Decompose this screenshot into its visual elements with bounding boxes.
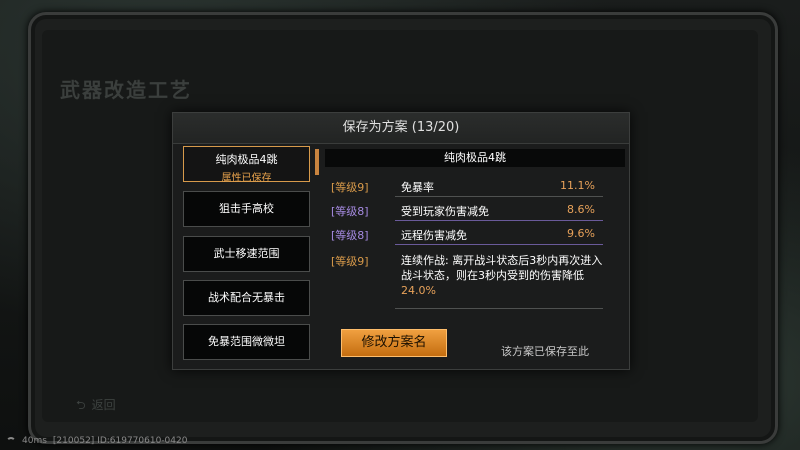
row-divider [395,220,603,221]
save-plan-dialog: 保存为方案 (13/20) 纯肉极品4跳 属性已保存 狙击手高校 武士移速范围 … [172,112,630,370]
attribute-name: 远程伤害减免 [401,229,467,242]
attribute-level: [等级9] [331,181,369,194]
plan-item[interactable]: 狙击手高校 [183,191,310,227]
attribute-row: [等级8] 受到玩家伤害减免 8.6% [325,199,625,221]
attribute-row: [等级9] 连续作战: 离开战斗状态后3秒内再次进入战斗状态，则在3秒内受到的伤… [325,249,625,309]
row-divider [395,196,603,197]
ping-text: 40ms [22,436,47,446]
attribute-level: [等级8] [331,205,369,218]
rename-plan-button[interactable]: 修改方案名 [341,329,447,357]
attribute-desc-text: 连续作战: 离开战斗状态后3秒内再次进入战斗状态，则在3秒内受到的伤害降低 [401,254,603,282]
background-title: 武器改造工艺 [60,78,192,102]
status-bar: 40ms [210052] ID:619770610-0420 [6,434,187,448]
plan-item[interactable]: 免暴范围微微坦 [183,324,310,360]
attribute-name: 免暴率 [401,181,434,194]
plan-list-scrollbar[interactable] [315,149,319,175]
attribute-desc-value: 24.0% [401,284,436,297]
attribute-name: 受到玩家伤害减免 [401,205,489,218]
device-info: [210052] ID:619770610-0420 [52,436,188,446]
dialog-title: 保存为方案 (13/20) [173,113,629,144]
plan-detail-panel: 纯肉极品4跳 [等级9] 免暴率 11.1% [等级8] 受到玩家伤害减免 8.… [325,149,625,359]
wifi-icon [6,437,16,445]
detail-title: 纯肉极品4跳 [325,149,625,167]
saved-note: 该方案已保存至此 [501,345,589,358]
plan-item-name: 纯肉极品4跳 [215,153,278,166]
plan-item-name: 免暴范围微微坦 [208,335,285,348]
back-label: 返回 [91,398,116,412]
attribute-value: 11.1% [560,179,595,192]
row-divider [395,244,603,245]
plan-item-status: 属性已保存 [221,173,272,184]
back-button[interactable]: ⮌ 返回 [76,396,116,417]
plan-item-name: 战术配合无暴击 [208,291,285,304]
row-divider [395,308,603,309]
plan-item[interactable]: 武士移速范围 [183,236,310,272]
attribute-row: [等级8] 远程伤害减免 9.6% [325,223,625,245]
attribute-level: [等级8] [331,229,369,242]
plan-item[interactable]: 战术配合无暴击 [183,280,310,316]
plan-item-name: 武士移速范围 [213,247,280,260]
plan-item[interactable]: 纯肉极品4跳 属性已保存 [183,146,310,184]
attribute-level: [等级9] [331,255,369,268]
attribute-row: [等级9] 免暴率 11.1% [325,175,625,197]
plan-list[interactable]: 纯肉极品4跳 属性已保存 狙击手高校 武士移速范围 战术配合无暴击 免暴范围微微… [183,146,313,366]
plan-item-name: 狙击手高校 [219,202,274,215]
attribute-value: 9.6% [567,227,595,240]
back-arrow-icon: ⮌ [76,398,86,412]
attribute-description: 连续作战: 离开战斗状态后3秒内再次进入战斗状态，则在3秒内受到的伤害降低 24.… [401,253,611,298]
attribute-value: 8.6% [567,203,595,216]
